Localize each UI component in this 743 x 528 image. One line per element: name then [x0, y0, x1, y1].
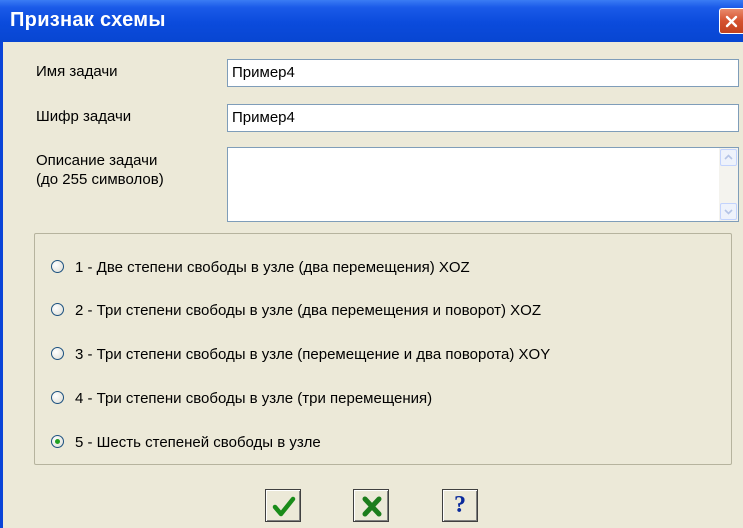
- cancel-button[interactable]: [353, 489, 389, 522]
- help-button[interactable]: ?: [442, 489, 478, 522]
- task-description-input[interactable]: [227, 147, 739, 222]
- help-label: ?: [454, 492, 466, 518]
- scroll-down-button[interactable]: [720, 203, 737, 220]
- radio-button[interactable]: [51, 391, 64, 404]
- dialog-body: Имя задачи Пример4 Шифр задачи Пример4 О…: [3, 42, 743, 528]
- chevron-down-icon: [724, 209, 733, 215]
- task-description-label-line2: (до 255 символов): [36, 171, 164, 188]
- description-scrollbar[interactable]: [719, 148, 738, 221]
- scheme-option-label: 4 - Три степени свободы в узле (три пере…: [75, 390, 433, 407]
- check-icon: [272, 496, 296, 517]
- radio-dot: [55, 439, 60, 444]
- task-code-input[interactable]: Пример4: [227, 104, 739, 132]
- scheme-option-label: 3 - Три степени свободы в узле (перемеще…: [75, 346, 551, 363]
- scheme-option-label: 1 - Две степени свободы в узле (два пере…: [75, 259, 470, 276]
- ok-button[interactable]: [265, 489, 301, 522]
- x-icon: [362, 496, 382, 517]
- task-description-label-line1: Описание задачи: [36, 152, 158, 169]
- radio-button[interactable]: [51, 303, 64, 316]
- scheme-option-label: 2 - Три степени свободы в узле (два пере…: [75, 302, 541, 319]
- title-bar[interactable]: Признак схемы: [0, 0, 743, 42]
- task-code-label: Шифр задачи: [36, 108, 132, 125]
- close-icon: [725, 15, 738, 28]
- chevron-up-icon: [724, 154, 733, 160]
- scheme-option-label: 5 - Шесть степеней свободы в узле: [75, 434, 321, 451]
- task-name-label: Имя задачи: [36, 63, 118, 80]
- scroll-up-button[interactable]: [720, 149, 737, 166]
- dialog-window: Признак схемы Имя задачи Пример4 Шифр за…: [0, 0, 743, 528]
- task-name-input[interactable]: Пример4: [227, 59, 739, 87]
- radio-button[interactable]: [51, 347, 64, 360]
- radio-button[interactable]: [51, 435, 64, 448]
- close-button[interactable]: [719, 8, 743, 34]
- window-title: Признак схемы: [10, 9, 166, 31]
- radio-button[interactable]: [51, 260, 64, 273]
